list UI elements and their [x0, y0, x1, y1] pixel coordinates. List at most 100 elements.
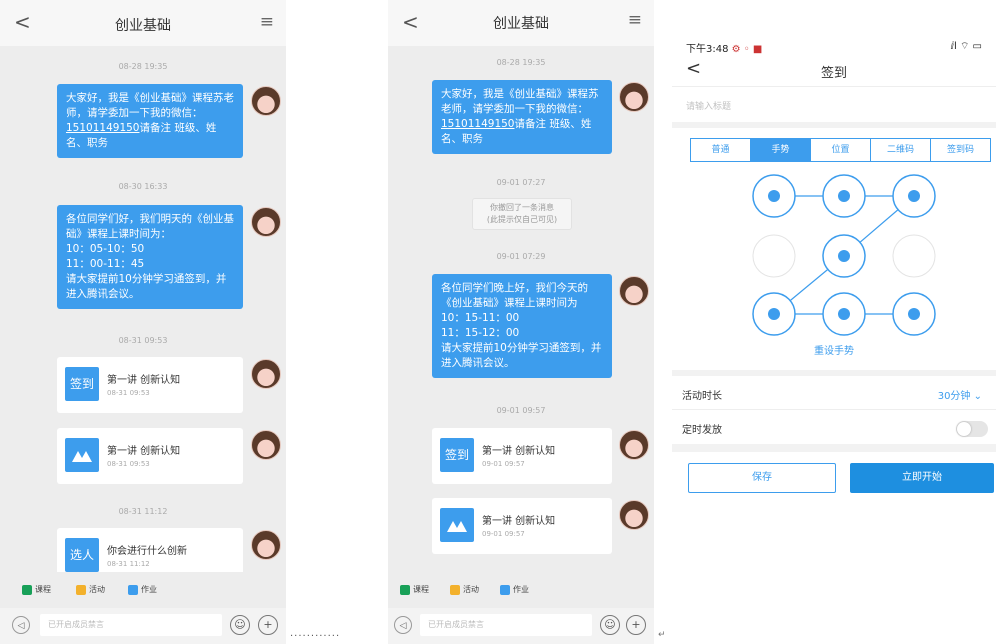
separator-dots: ............ [290, 628, 341, 639]
card-date: 09-01 09:57 [482, 460, 525, 468]
timestamp: 09-01 09:57 [496, 406, 546, 415]
gesture-pattern[interactable] [734, 168, 954, 338]
gesture-node-3-3 [892, 292, 936, 336]
page-title: 签到 [820, 66, 847, 81]
notice-subtext: (此提示仅自己可见) [486, 215, 558, 224]
activity-card[interactable]: 第一讲 创新认知 09-01 09:57 [432, 498, 612, 554]
message-bubble: 各位同学们晚上好，我们今天的《创业基础》课程上课时间为 10：15-11：00 … [432, 274, 612, 378]
start-now-button[interactable]: 立即开始 [850, 463, 994, 493]
course-logo-icon [440, 508, 474, 542]
timestamp: 08-30 16:33 [118, 182, 168, 191]
schedule-label: 定时发放 [682, 425, 722, 436]
sign-in-settings-panel: 下午3:48 ⚙ ◦ ■ ⅈl ⌔ ▭ < 签到 请输入标题 普通 手势 位置 … [672, 0, 996, 644]
chat-title: 创业基础 [115, 18, 171, 34]
voice-icon[interactable]: ◁ [12, 616, 30, 634]
avatar[interactable] [619, 500, 649, 530]
tab-gesture[interactable]: 手势 [751, 139, 811, 161]
card-title: 你会进行什么创新 [107, 546, 187, 557]
card-date: 08-31 11:12 [107, 560, 150, 568]
tab-location[interactable]: 位置 [811, 139, 871, 161]
gesture-node-2-3 [892, 234, 936, 278]
card-title: 第一讲 创新认知 [482, 516, 556, 527]
activity-icon [450, 584, 460, 595]
message-text: 大家好，我是《创业基础》课程苏老师，请学委加一下我的微信： [441, 88, 599, 115]
avatar[interactable] [619, 276, 649, 306]
status-icons-right: ⅈl ⌔ ▭ [950, 41, 983, 52]
message-bubble: 大家好，我是《创业基础》课程苏老师，请学委加一下我的微信： 15101149150… [57, 84, 243, 158]
toolbar-label: 活动 [463, 585, 479, 594]
avatar[interactable] [619, 82, 649, 112]
sign-in-type-tabs: 普通 手势 位置 二维码 签到码 [690, 138, 991, 162]
card-title: 第一讲 创新认知 [107, 446, 181, 457]
avatar[interactable] [251, 430, 281, 460]
activity-card[interactable]: 签到 第一讲 创新认知 09-01 09:57 [432, 428, 612, 484]
card-date: 08-31 09:53 [107, 460, 150, 468]
timestamp: 08-31 09:53 [118, 336, 168, 345]
avatar[interactable] [251, 207, 281, 237]
toolbar-course[interactable]: 课程 [22, 584, 51, 595]
toolbar-homework[interactable]: 作业 [128, 584, 157, 595]
notice-text: 你撤回了一条消息 [490, 203, 554, 212]
tab-normal[interactable]: 普通 [691, 139, 751, 161]
status-time: 下午3:48 ⚙ ◦ ■ [686, 40, 762, 55]
duration-select[interactable]: 30分钟 ⌄ [938, 387, 982, 402]
divider [672, 444, 996, 452]
course-logo-icon [65, 438, 99, 472]
phone-link[interactable]: 15101149150 [441, 118, 515, 130]
emoji-icon[interactable]: ☺ [600, 615, 620, 635]
emoji-icon[interactable]: ☺ [230, 615, 250, 635]
gesture-node-3-1 [752, 292, 796, 336]
activity-card[interactable]: 签到 第一讲 创新认知 08-31 09:53 [57, 357, 243, 413]
toolbar-label: 活动 [89, 585, 105, 594]
card-title: 第一讲 创新认知 [107, 375, 181, 386]
tab-qrcode[interactable]: 二维码 [871, 139, 931, 161]
gesture-node-1-3 [892, 174, 936, 218]
activity-card[interactable]: 选人 你会进行什么创新 08-31 11:12 [57, 528, 243, 578]
chat-panel-middle: < 创业基础 ≡ 08-28 19:35 大家好，我是《创业基础》课程苏老师，请… [388, 0, 654, 644]
timestamp: 09-01 07:27 [496, 178, 546, 187]
menu-icon[interactable]: ≡ [260, 12, 274, 32]
system-notice: 你撤回了一条消息 (此提示仅自己可见) [472, 198, 572, 230]
schedule-toggle[interactable] [956, 421, 988, 437]
divider [672, 409, 996, 410]
tab-sign-code[interactable]: 签到码 [931, 139, 990, 161]
status-icons: ⚙ ◦ ■ [731, 44, 763, 55]
title-input[interactable]: 请输入标题 [686, 99, 731, 112]
reset-gesture-button[interactable]: 重设手势 [672, 342, 996, 357]
toolbar-course[interactable]: 课程 [400, 584, 429, 595]
message-input[interactable]: 已开启成员禁言 [40, 614, 222, 636]
activity-card[interactable]: 第一讲 创新认知 08-31 09:53 [57, 428, 243, 484]
divider [672, 86, 996, 87]
save-button[interactable]: 保存 [688, 463, 836, 493]
card-title: 第一讲 创新认知 [482, 446, 556, 457]
toolbar-activity[interactable]: 活动 [450, 584, 479, 595]
avatar[interactable] [251, 86, 281, 116]
chat-header: < 创业基础 ≡ [0, 0, 286, 46]
toolbar-homework[interactable]: 作业 [500, 584, 529, 595]
message-bubble: 大家好，我是《创业基础》课程苏老师，请学委加一下我的微信： 15101149150… [432, 80, 612, 154]
cursor-mark: ↵ [658, 630, 666, 640]
pick-person-icon: 选人 [65, 538, 99, 572]
avatar[interactable] [619, 430, 649, 460]
phone-link[interactable]: 15101149150 [66, 122, 140, 134]
chat-panel-left: < 创业基础 ≡ 08-28 19:35 大家好，我是《创业基础》课程苏老师，请… [0, 0, 286, 644]
card-date: 09-01 09:57 [482, 530, 525, 538]
gesture-node-2-2 [822, 234, 866, 278]
toolbar-activity[interactable]: 活动 [76, 584, 105, 595]
plus-icon[interactable]: + [258, 615, 278, 635]
avatar[interactable] [251, 359, 281, 389]
plus-icon[interactable]: + [626, 615, 646, 635]
timestamp: 08-28 19:35 [496, 58, 546, 67]
toolbar-label: 课程 [413, 585, 429, 594]
duration-label: 活动时长 [682, 391, 722, 402]
voice-icon[interactable]: ◁ [394, 616, 412, 634]
toolbar-label: 作业 [513, 585, 529, 594]
gesture-node-1-2 [822, 174, 866, 218]
timestamp: 08-28 19:35 [118, 62, 168, 71]
message-input[interactable]: 已开启成员禁言 [420, 614, 592, 636]
duration-row[interactable]: 活动时长 30分钟 ⌄ [672, 378, 996, 408]
card-date: 08-31 09:53 [107, 389, 150, 397]
activity-icon [76, 584, 86, 595]
avatar[interactable] [251, 530, 281, 560]
menu-icon[interactable]: ≡ [628, 10, 642, 30]
